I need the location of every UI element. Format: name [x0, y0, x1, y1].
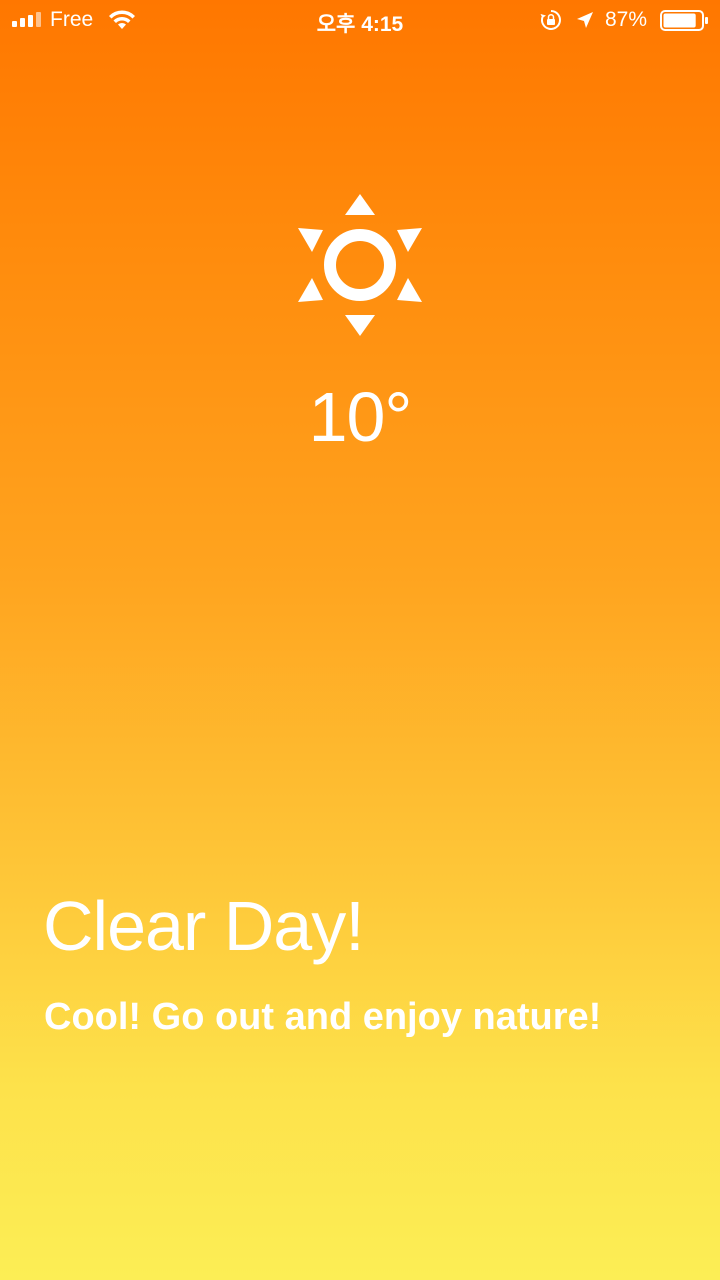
rotation-lock-icon: [540, 10, 561, 30]
status-bar: Free 오후 4:15 87%: [0, 0, 720, 40]
temperature: 10°: [308, 378, 413, 456]
weather-message: Cool! Go out and enjoy nature!: [44, 996, 602, 1038]
battery-percentage: 87%: [605, 8, 648, 31]
weather-condition: Clear Day!: [43, 887, 365, 965]
sun-icon: [298, 194, 422, 336]
location-arrow-icon: [577, 12, 593, 28]
weather-screen: Free 오후 4:15 87% 10° Clear Day! Cool! Go…: [0, 0, 720, 1280]
battery-icon: [660, 10, 708, 31]
